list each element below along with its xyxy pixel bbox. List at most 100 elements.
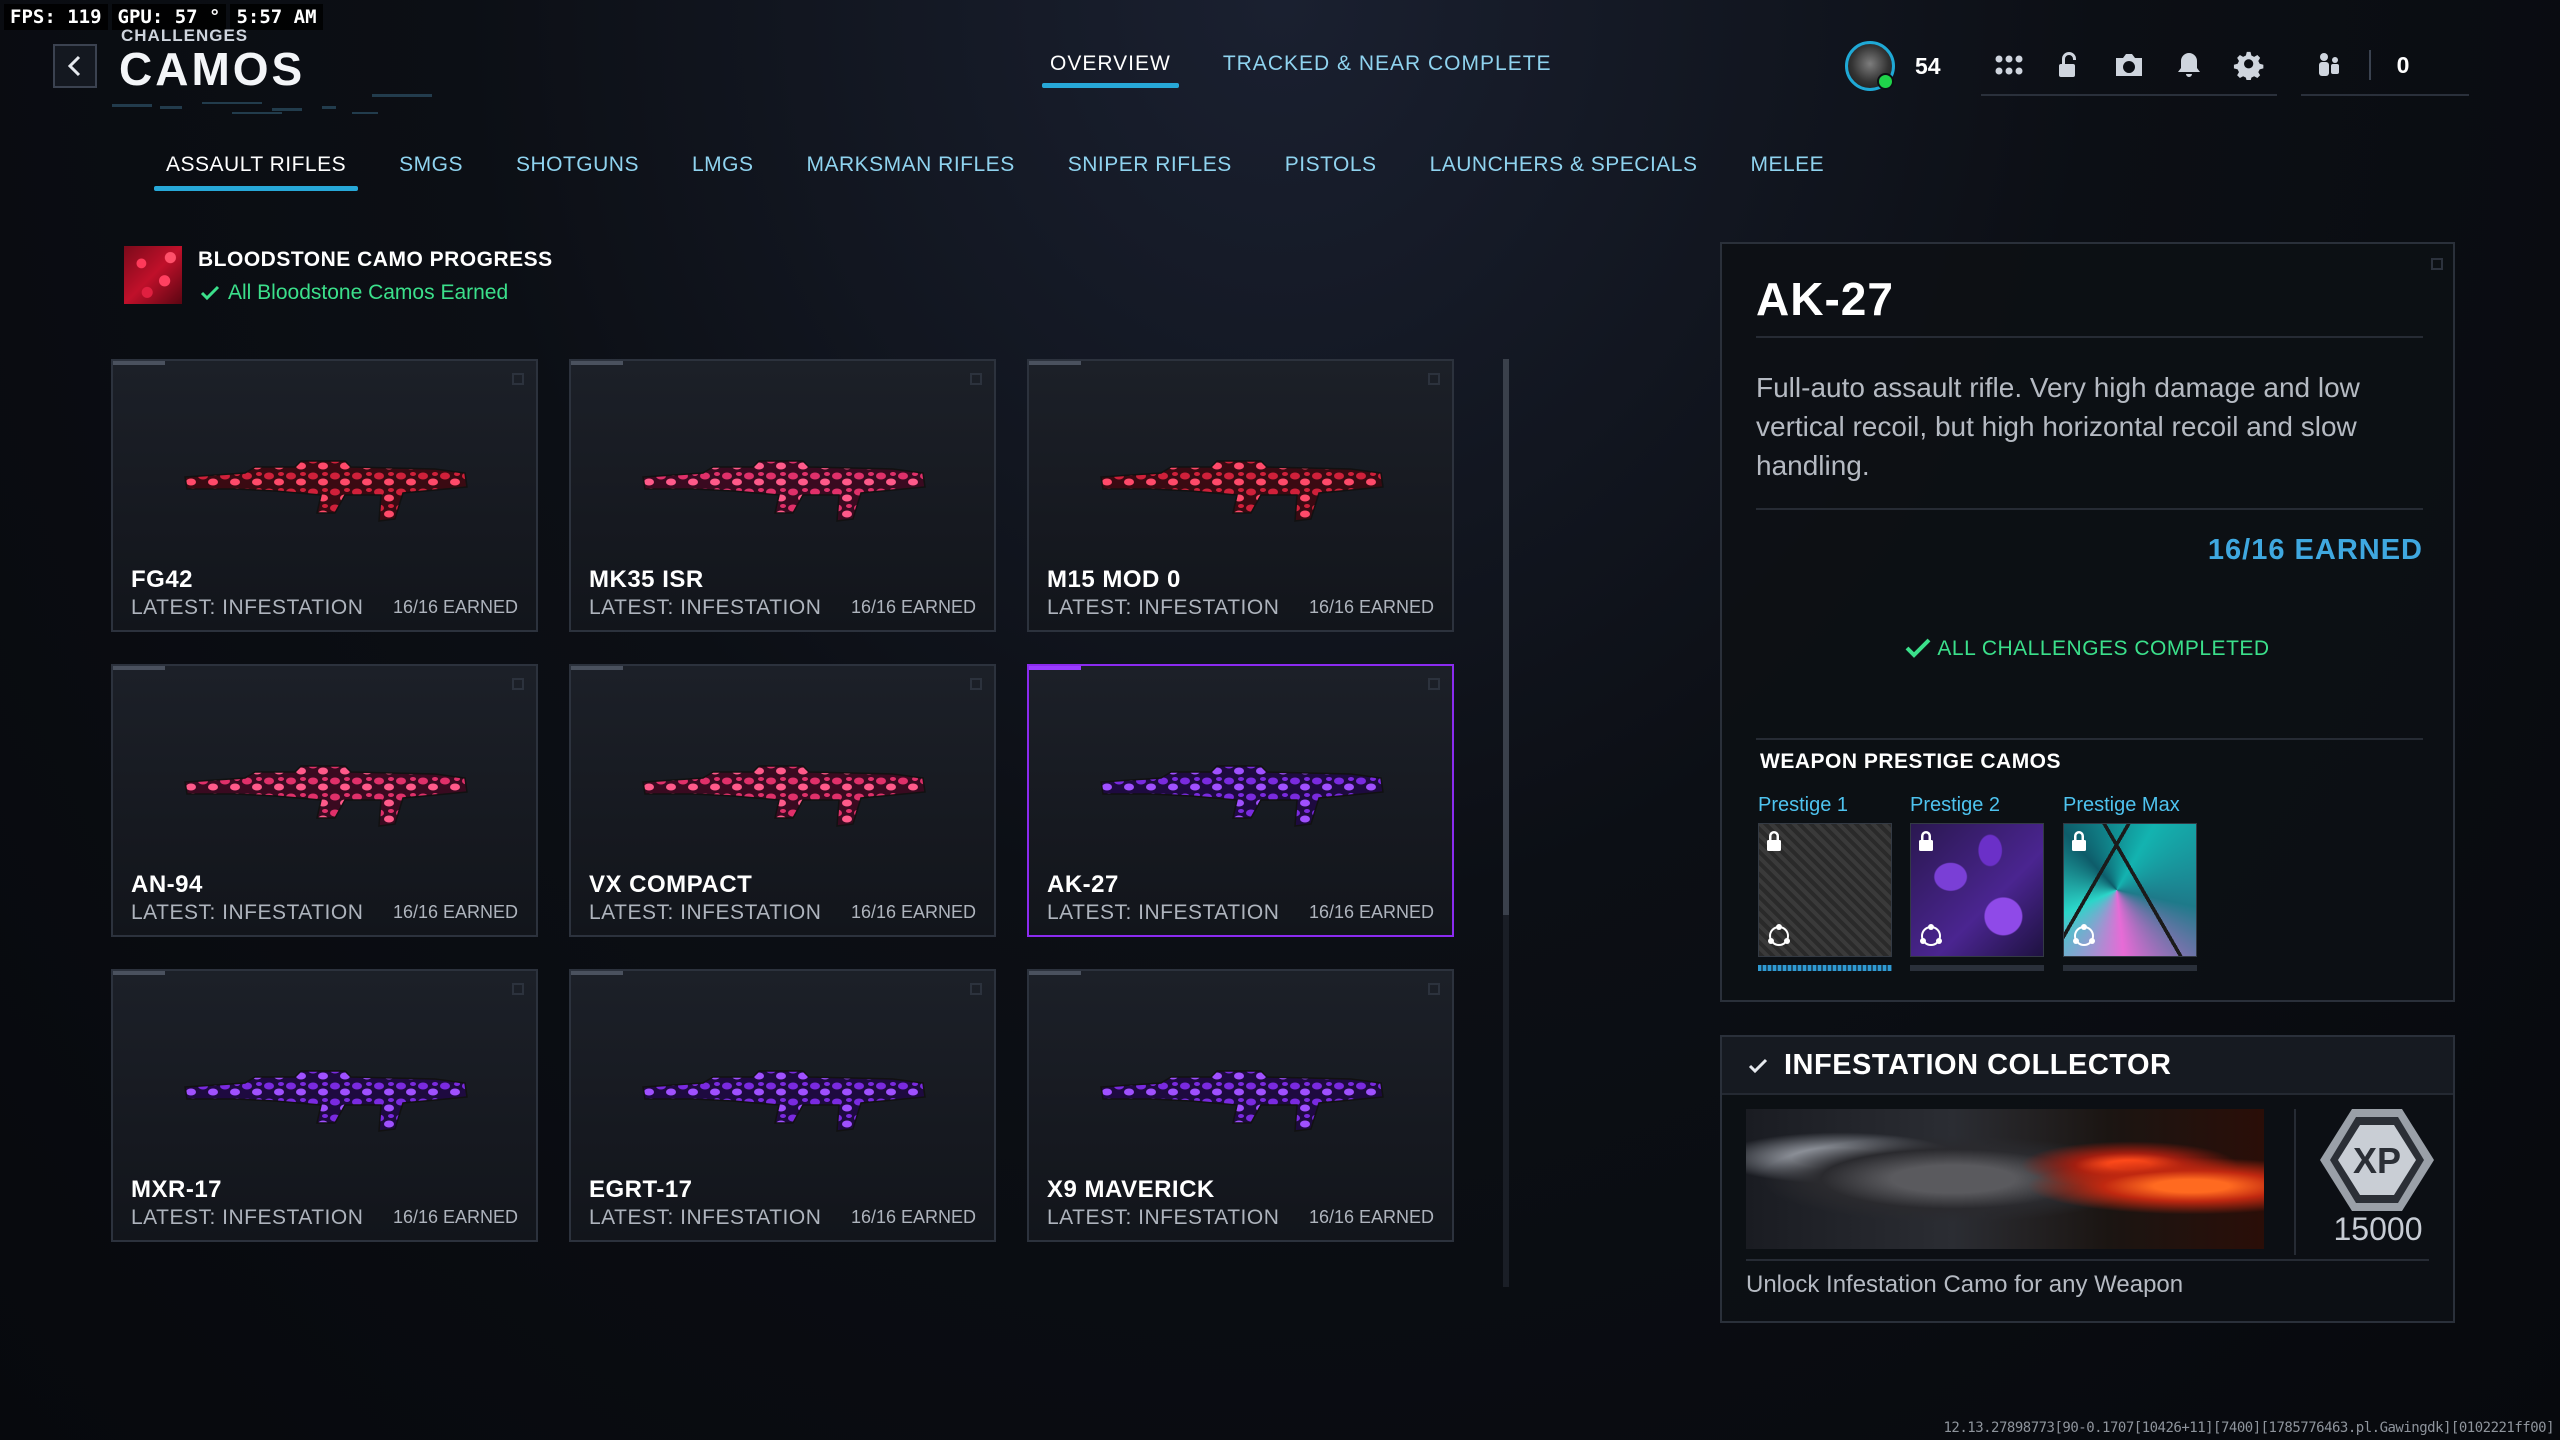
card-corner-mark — [512, 678, 524, 690]
prestige-label: Prestige 1 — [1758, 794, 1849, 816]
tab-sniper-rifles[interactable]: SNIPER RIFLES — [1068, 153, 1232, 191]
prestige-progress-bar — [1910, 965, 2044, 971]
weapon-card-mxr-17[interactable]: MXR-17 LATEST: INFESTATION 16/16 EARNED — [111, 969, 538, 1242]
lock-icon — [2072, 831, 2086, 851]
card-corner-mark — [512, 983, 524, 995]
divider — [2368, 50, 2371, 80]
weapon-name: AK-27 — [1047, 871, 1119, 898]
weapon-image — [641, 765, 926, 827]
tab-shotguns[interactable]: SHOTGUNS — [516, 153, 639, 191]
weapon-name: VX COMPACT — [589, 871, 753, 898]
card-corner-mark — [970, 373, 982, 385]
panel-corner-mark — [2431, 258, 2443, 270]
unlock-icon[interactable] — [2053, 50, 2085, 80]
weapon-category-tabs: ASSAULT RIFLES SMGS SHOTGUNS LMGS MARKSM… — [153, 153, 1825, 191]
tab-tracked-near-complete[interactable]: TRACKED & NEAR COMPLETE — [1223, 52, 1552, 88]
weapon-card-ak-27[interactable]: AK-27 LATEST: INFESTATION 16/16 EARNED — [1027, 664, 1454, 937]
player-level: 54 — [1915, 52, 1941, 79]
tab-lmgs[interactable]: LMGS — [692, 153, 754, 191]
grid-scrollbar[interactable] — [1503, 359, 1509, 1287]
tab-smgs[interactable]: SMGS — [399, 153, 463, 191]
divider — [1746, 1259, 2429, 1261]
weapon-earned-count: 16/16 EARNED — [850, 1207, 976, 1227]
weapon-latest-camo: LATEST: INFESTATION — [589, 901, 822, 924]
prestige-camo-swatch — [1910, 823, 2044, 957]
checkmark-icon — [200, 285, 220, 301]
tab-melee[interactable]: MELEE — [1751, 153, 1825, 191]
weapon-silhouette — [641, 765, 926, 827]
weapon-card-m15-mod-0[interactable]: M15 MOD 0 LATEST: INFESTATION 16/16 EARN… — [1027, 359, 1454, 632]
lock-icon — [1767, 831, 1781, 851]
challenge-panel: INFESTATION COLLECTOR XP 15000 Unlock In… — [1720, 1035, 2455, 1323]
detail-earned-count: 16/16 EARNED — [2207, 534, 2423, 566]
detail-weapon-name: AK-27 — [1756, 273, 1894, 325]
weapon-silhouette — [183, 460, 468, 522]
xp-badge-icon: XP — [2320, 1109, 2434, 1211]
weapon-image — [183, 765, 468, 827]
lock-icon — [1919, 831, 1933, 851]
divider — [1756, 336, 2423, 338]
back-button[interactable] — [53, 44, 97, 88]
card-corner-mark — [1428, 983, 1440, 995]
prestige-camo-swatch — [1758, 823, 1892, 957]
weapon-silhouette — [183, 765, 468, 827]
weapon-name: EGRT-17 — [589, 1176, 693, 1203]
bell-icon[interactable] — [2173, 50, 2205, 80]
divider — [2294, 1109, 2296, 1255]
scrollbar-thumb[interactable] — [1503, 359, 1509, 915]
weapon-detail-panel: AK-27 Full-auto assault rifle. Very high… — [1720, 242, 2455, 1002]
weapon-latest-camo: LATEST: INFESTATION — [1047, 901, 1280, 924]
checkmark-icon — [1905, 638, 1931, 658]
prestige-badge-icon — [2073, 924, 2095, 946]
weapon-earned-count: 16/16 EARNED — [1308, 597, 1434, 617]
camera-icon[interactable] — [2113, 50, 2145, 80]
chevron-left-icon — [67, 55, 81, 77]
svg-text:XP: XP — [2353, 1140, 2401, 1181]
weapon-silhouette — [1099, 460, 1384, 522]
weapon-earned-count: 16/16 EARNED — [1308, 1207, 1434, 1227]
prestige-badge-icon — [1920, 924, 1942, 946]
weapon-earned-count: 16/16 EARNED — [850, 902, 976, 922]
checkmark-icon — [1748, 1058, 1768, 1074]
bloodstone-progress-title: BLOODSTONE CAMO PROGRESS — [198, 248, 553, 271]
weapon-card-vx-compact[interactable]: VX COMPACT LATEST: INFESTATION 16/16 EAR… — [569, 664, 996, 937]
prestige-camo-2[interactable]: Prestige 2 — [1910, 794, 2044, 971]
weapon-image — [1099, 460, 1384, 522]
weapon-card-x9-maverick[interactable]: X9 MAVERICK LATEST: INFESTATION 16/16 EA… — [1027, 969, 1454, 1242]
weapon-card-mk35-isr[interactable]: MK35 ISR LATEST: INFESTATION 16/16 EARNE… — [569, 359, 996, 632]
prestige-progress-bar — [1758, 965, 1892, 971]
weapon-card-fg42[interactable]: FG42 LATEST: INFESTATION 16/16 EARNED — [111, 359, 538, 632]
weapon-name: MK35 ISR — [589, 566, 704, 593]
build-version-string: 12.13.27898773[90-0.1707[10426+11][7400]… — [1943, 1420, 2554, 1436]
apps-grid-icon[interactable] — [1993, 50, 2025, 80]
weapon-name: M15 MOD 0 — [1047, 566, 1181, 593]
weapon-silhouette — [641, 460, 926, 522]
tab-pistols[interactable]: PISTOLS — [1285, 153, 1377, 191]
prestige-label: Prestige Max — [2063, 794, 2180, 816]
weapon-card-an-94[interactable]: AN-94 LATEST: INFESTATION 16/16 EARNED — [111, 664, 538, 937]
card-corner-mark — [970, 983, 982, 995]
prestige-camo-1[interactable]: Prestige 1 — [1758, 794, 1892, 971]
weapon-image — [641, 460, 926, 522]
weapon-name: AN-94 — [131, 871, 203, 898]
challenges-completed-text: ALL CHALLENGES COMPLETED — [1937, 637, 2270, 660]
prestige-badge-icon — [1768, 924, 1790, 946]
bloodstone-camo-swatch — [124, 246, 182, 304]
party-icon[interactable] — [2313, 50, 2343, 80]
tab-launchers-specials[interactable]: LAUNCHERS & SPECIALS — [1430, 153, 1698, 191]
divider — [1756, 508, 2423, 510]
tab-marksman-rifles[interactable]: MARKSMAN RIFLES — [807, 153, 1015, 191]
weapon-image — [1099, 765, 1384, 827]
player-avatar[interactable] — [1845, 41, 1895, 91]
tab-overview[interactable]: OVERVIEW — [1042, 52, 1179, 88]
tab-assault-rifles[interactable]: ASSAULT RIFLES — [153, 153, 359, 191]
weapon-earned-count: 16/16 EARNED — [392, 1207, 518, 1227]
bloodstone-status-text: All Bloodstone Camos Earned — [228, 281, 509, 304]
gear-icon[interactable] — [2233, 50, 2265, 80]
bloodstone-progress-status: All Bloodstone Camos Earned — [200, 281, 508, 305]
prestige-progress-bar — [2063, 965, 2197, 971]
weapon-name: MXR-17 — [131, 1176, 223, 1203]
weapon-silhouette — [1099, 1070, 1384, 1132]
prestige-camo-max[interactable]: Prestige Max — [2063, 794, 2197, 971]
weapon-card-egrt-17[interactable]: EGRT-17 LATEST: INFESTATION 16/16 EARNED — [569, 969, 996, 1242]
